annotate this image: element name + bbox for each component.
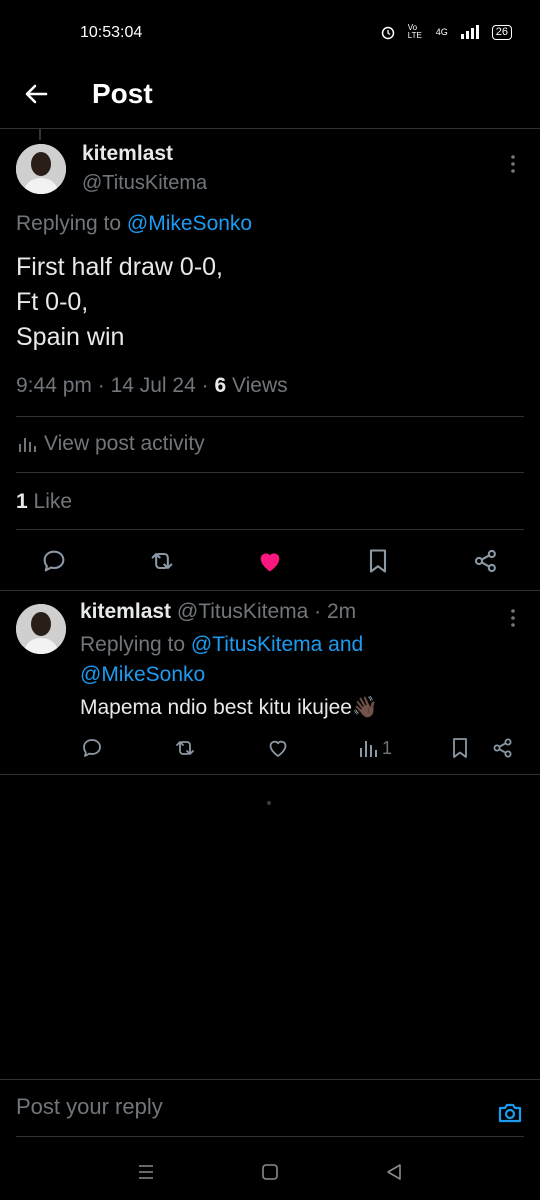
reply-text: Mapema ndio best kitu ikujee👋🏿 xyxy=(80,696,379,719)
like-button[interactable] xyxy=(256,547,284,575)
loading-dot xyxy=(267,801,271,805)
divider xyxy=(16,472,524,473)
bookmark-icon xyxy=(453,738,467,758)
divider xyxy=(0,590,540,591)
camera-button[interactable] xyxy=(496,1099,524,1127)
reply-input[interactable] xyxy=(16,1094,476,1120)
reply-views-button[interactable]: 1 xyxy=(358,736,392,760)
share-icon xyxy=(493,738,512,758)
reply-age: 2m xyxy=(326,600,357,623)
reply-replying-to: Replying to @TitusKitema and @MikeSonko xyxy=(80,630,500,690)
page-title: Post xyxy=(92,78,153,109)
view-activity-link[interactable]: View post activity xyxy=(16,432,205,456)
reply-reply-button[interactable] xyxy=(80,736,104,760)
reply-repost-button[interactable] xyxy=(173,736,197,760)
repost-icon xyxy=(151,552,173,570)
alarm-icon xyxy=(381,26,394,40)
views-label: Views xyxy=(226,374,288,397)
more-button[interactable] xyxy=(505,152,521,176)
repost-button[interactable] xyxy=(148,547,176,575)
reply-button[interactable] xyxy=(40,547,68,575)
reply-avatar[interactable] xyxy=(16,604,66,654)
replying-to-link[interactable]: @TitusKitema xyxy=(191,633,322,656)
status-icons: Vo LTE 4G 26 xyxy=(380,24,512,40)
reply-share-button[interactable] xyxy=(491,736,515,760)
back-button[interactable] xyxy=(20,78,52,110)
post-time: 9:44 pm xyxy=(16,374,92,397)
view-activity-label: View post activity xyxy=(44,432,205,455)
camera-icon xyxy=(498,1103,522,1123)
reply-author-handle[interactable]: @TitusKitema xyxy=(177,600,308,623)
replying-to-link[interactable]: @MikeSonko xyxy=(80,663,205,686)
share-button[interactable] xyxy=(472,547,500,575)
more-icon xyxy=(511,155,515,173)
reply-avatar-image xyxy=(16,604,66,654)
bar-chart-icon xyxy=(19,438,36,452)
bar-chart-icon xyxy=(360,741,377,757)
divider xyxy=(16,529,524,530)
menu-icon xyxy=(139,1165,153,1179)
status-time: 10:53:04 xyxy=(80,24,143,41)
post-date: 14 Jul 24 xyxy=(110,374,196,397)
home-square-icon xyxy=(262,1164,278,1180)
bookmark-icon xyxy=(369,549,387,573)
heart-icon xyxy=(260,553,280,572)
more-icon xyxy=(511,609,515,627)
replying-to-link[interactable]: @MikeSonko xyxy=(127,212,252,235)
composer-divider xyxy=(0,1079,540,1080)
reply-icon xyxy=(43,550,65,572)
divider xyxy=(16,416,524,417)
back-nav-button[interactable] xyxy=(382,1160,406,1184)
avatar[interactable] xyxy=(16,144,66,194)
network-label: 4G xyxy=(435,27,448,37)
reply-more-button[interactable] xyxy=(505,606,521,630)
views-count: 6 xyxy=(214,374,227,397)
post-text: First half draw 0-0, Ft 0-0, Spain win xyxy=(16,253,224,351)
replying-prefix: Replying to xyxy=(16,212,127,235)
reply-bookmark-button[interactable] xyxy=(448,736,472,760)
composer-underline xyxy=(16,1136,524,1137)
bookmark-button[interactable] xyxy=(364,547,392,575)
replying-prefix: Replying to xyxy=(80,633,191,656)
battery-indicator: 26 xyxy=(491,24,512,40)
volte-label: Vo LTE xyxy=(407,23,422,40)
author-name[interactable]: kitemlast xyxy=(82,142,173,166)
back-triangle-icon xyxy=(387,1164,401,1180)
likes-number: 1 xyxy=(16,490,28,513)
author-handle[interactable]: @TitusKitema xyxy=(82,172,207,195)
divider xyxy=(0,774,540,775)
likes-label: Like xyxy=(27,490,73,513)
avatar-image xyxy=(16,144,66,194)
reply-author-name[interactable]: kitemlast xyxy=(80,600,171,623)
replying-to: Replying to @MikeSonko xyxy=(16,212,252,236)
share-icon xyxy=(474,549,496,573)
menu-nav-button[interactable] xyxy=(134,1160,158,1184)
heart-icon xyxy=(269,740,287,757)
reply-views-count: 1 xyxy=(382,737,393,758)
header-divider xyxy=(0,128,540,129)
back-arrow-icon xyxy=(25,84,48,104)
repost-icon xyxy=(176,741,194,755)
reply-header: kitemlast @TitusKitema · 2m xyxy=(80,600,357,623)
replying-and: and xyxy=(322,633,364,656)
likes-count[interactable]: 1 Like xyxy=(16,490,72,514)
reply-like-button[interactable] xyxy=(266,736,290,760)
post-meta: 9:44 pm · 14 Jul 24 · 6 Views xyxy=(16,374,288,397)
signal-icon xyxy=(460,25,479,39)
thread-line xyxy=(39,128,41,140)
reply-icon xyxy=(83,739,101,757)
home-nav-button[interactable] xyxy=(258,1160,282,1184)
